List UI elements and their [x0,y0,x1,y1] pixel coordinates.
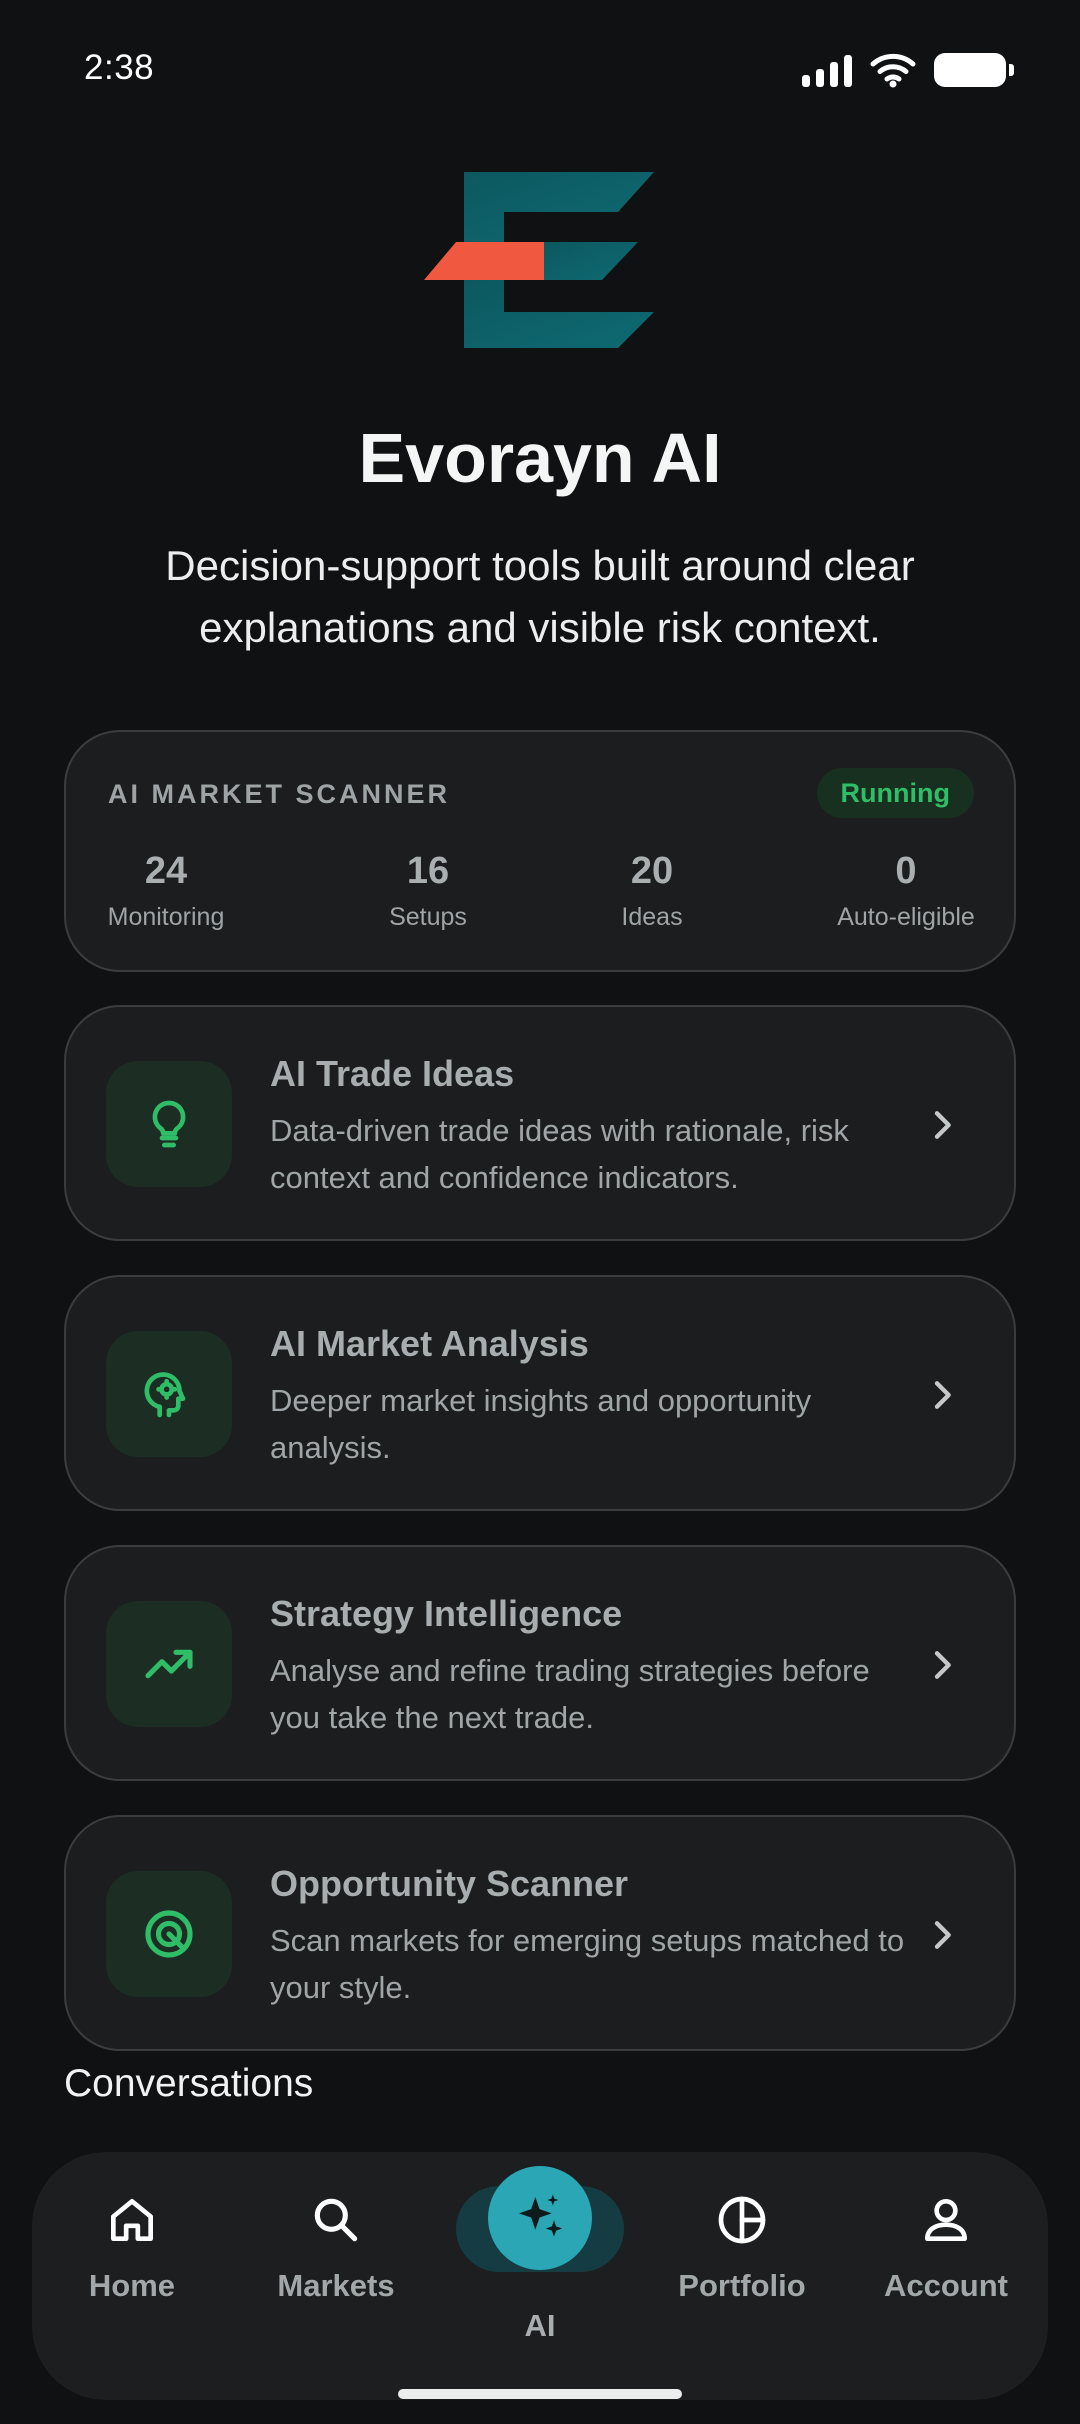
lightbulb-icon [152,1100,186,1148]
nav-label-ai: AI [524,2308,556,2343]
stat-ideas: 20 Ideas [572,850,732,932]
nav-label: Portfolio [678,2268,806,2303]
feature-description: Data-driven trade ideas with rationale, … [270,1113,849,1195]
bottom-navigation: Home Markets AI Portfolio Account [32,2152,1048,2400]
stat-value: 24 [144,850,188,892]
stat-label: Setups [389,903,467,931]
feature-description: Analyse and refine trading strategies be… [270,1653,870,1735]
feature-icon-box [106,1331,232,1457]
app-subtitle: Decision-support tools built around clea… [165,542,915,651]
wifi-icon [870,53,916,88]
stat-value: 20 [630,850,674,892]
feature-title: AI Trade Ideas [270,1053,515,1094]
feature-title: Opportunity Scanner [270,1863,629,1904]
home-icon [111,2199,154,2241]
pie-chart-icon [718,2196,766,2244]
conversations-heading: Conversations [64,2062,314,2105]
nav-item-ai[interactable] [488,2166,592,2270]
signal-icon [802,53,852,87]
feature-icon-box [106,1601,232,1727]
stat-setups: 16 Setups [348,850,508,932]
battery-icon [934,53,1014,87]
evorayn-logo [424,172,654,348]
nav-item-markets[interactable]: Markets [236,2192,436,2304]
sparkle-icon [519,2194,563,2237]
feature-description: Scan markets for emerging setups matched… [270,1923,905,2005]
stat-label: Ideas [621,903,683,931]
status-badge: Running [816,768,974,818]
chevron-right-icon [934,1651,951,1679]
feature-card-opportunity-scanner[interactable]: Opportunity Scanner Scan markets for eme… [64,1815,1016,2051]
search-icon [314,2198,358,2242]
feature-title: Strategy Intelligence [270,1593,623,1634]
brain-gear-icon [144,1372,186,1418]
nav-item-portfolio[interactable]: Portfolio [642,2192,842,2304]
trending-up-icon [145,1649,193,1679]
feature-title: AI Market Analysis [270,1323,589,1364]
status-time: 2:38 [84,48,155,87]
stat-value: 0 [895,850,917,892]
nav-item-home[interactable]: Home [32,2192,232,2304]
stat-auto-eligible: 0 Auto-eligible [806,850,1006,932]
stat-label: Auto-eligible [837,903,975,931]
chevron-right-icon [934,1921,951,1949]
stat-label: Monitoring [107,903,225,931]
feature-icon-box [106,1061,232,1187]
app-title: Evorayn AI [358,419,722,497]
market-scanner-card[interactable]: AI MARKET SCANNER Running 24 Monitoring … [64,730,1016,972]
nav-label: Markets [277,2268,395,2303]
feature-description: Deeper market insights and opportunity a… [270,1383,812,1465]
nav-label: Account [884,2268,1008,2303]
stat-monitoring: 24 Monitoring [86,850,246,932]
scanner-label: AI MARKET SCANNER [108,779,451,809]
nav-label: Home [88,2268,176,2303]
status-bar: 2:38 [0,0,1080,140]
target-icon [145,1910,193,1958]
chevron-right-icon [934,1111,951,1139]
feature-icon-box [106,1871,232,1997]
app-screen: 2:38 Evorayn AI Decision-support tools b… [0,0,1080,2424]
nav-item-account[interactable]: Account [846,2192,1046,2304]
status-icons [802,52,1014,88]
feature-card-ai-market-analysis[interactable]: AI Market Analysis Deeper market insight… [64,1275,1016,1511]
feature-card-ai-trade-ideas[interactable]: AI Trade Ideas Data-driven trade ideas w… [64,1005,1016,1241]
feature-card-strategy-intelligence[interactable]: Strategy Intelligence Analyse and refine… [64,1545,1016,1781]
stat-value: 16 [406,850,450,892]
user-icon [925,2199,967,2241]
chevron-right-icon [934,1381,951,1409]
home-indicator[interactable] [398,2389,682,2399]
